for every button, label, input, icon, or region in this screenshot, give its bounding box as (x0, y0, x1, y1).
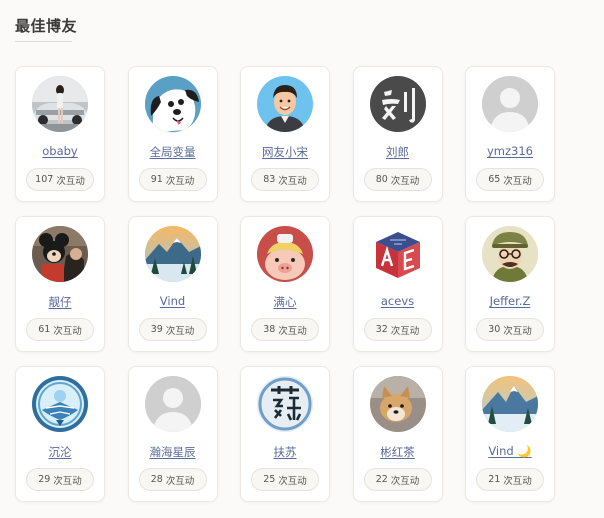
cartoon-dog-icon[interactable] (144, 76, 201, 132)
interaction-unit: 次互动 (278, 175, 307, 187)
section-title: 最佳博友 (15, 17, 78, 35)
friend-name[interactable]: 满心 (241, 294, 329, 310)
interaction-unit: 次互动 (503, 325, 532, 337)
default-user-icon[interactable] (482, 76, 538, 132)
friend-card[interactable]: 满心 38 次互动 (240, 216, 330, 352)
interaction-count-badge: 65 次互动 (476, 168, 544, 191)
interaction-count-badge: 32 次互动 (363, 318, 432, 341)
interaction-unit: 次互动 (56, 175, 85, 187)
friend-card[interactable]: 全局变量 91 次互动 (127, 66, 218, 202)
ae-cube-logo-icon[interactable] (369, 226, 426, 282)
mickey-photo-icon[interactable] (32, 226, 88, 282)
friend-card[interactable]: 彬红茶 22 次互动 (352, 366, 443, 502)
friend-name[interactable]: 网友小宋 (241, 144, 329, 160)
interaction-unit: 次互动 (503, 175, 532, 187)
friend-name[interactable]: Jeffer.Z (466, 294, 554, 308)
friend-card[interactable]: Jeffer.Z 30 次互动 (465, 216, 555, 352)
friend-name[interactable]: obaby (16, 144, 104, 158)
snow-mountain-icon[interactable] (144, 226, 201, 282)
friend-card[interactable]: 瀚海星辰 28 次互动 (127, 366, 218, 502)
friend-name[interactable]: Vind 🌙 (466, 444, 554, 458)
interaction-unit: 次互动 (165, 175, 195, 187)
interaction-unit: 次互动 (390, 475, 420, 487)
blue-phoenix-icon[interactable] (32, 376, 88, 432)
friends-grid: obaby 107 次互动 全局变量 91 次互动 网友小宋 83 次互动 刘郎… (15, 66, 555, 502)
shiba-dog-icon[interactable] (369, 376, 426, 432)
interaction-count-badge: 80 次互动 (363, 168, 432, 191)
friend-card[interactable]: Vind 🌙 21 次互动 (465, 366, 555, 502)
interaction-count: 65 (488, 174, 501, 185)
interaction-count-badge: 30 次互动 (476, 318, 544, 341)
interaction-count: 29 (38, 474, 51, 485)
interaction-count: 22 (375, 474, 388, 485)
interaction-count: 39 (150, 324, 163, 335)
friend-card[interactable]: Vind 39 次互动 (127, 216, 218, 352)
interaction-count: 30 (488, 324, 501, 335)
snow-mountain-icon[interactable] (482, 376, 538, 432)
friend-name[interactable]: 刘郎 (354, 144, 442, 160)
friend-name[interactable]: 扶苏 (241, 444, 329, 460)
interaction-unit: 次互动 (165, 325, 195, 337)
friend-card[interactable]: 扶苏 25 次互动 (240, 366, 330, 502)
friend-name[interactable]: acevs (354, 294, 442, 308)
title-underline (15, 41, 72, 42)
interaction-unit: 次互动 (503, 475, 532, 487)
interaction-count-badge: 28 次互动 (138, 468, 207, 491)
interaction-count: 107 (35, 174, 54, 185)
interaction-count-badge: 61 次互动 (26, 318, 94, 341)
interaction-count: 32 (375, 324, 388, 335)
cartoon-explorer-icon[interactable] (482, 226, 538, 282)
cartoon-man-icon[interactable] (257, 76, 313, 132)
interaction-count: 83 (263, 174, 276, 185)
friend-name[interactable]: Vind (129, 294, 217, 308)
interaction-unit: 次互动 (53, 325, 82, 337)
interaction-count: 25 (263, 474, 276, 485)
interaction-unit: 次互动 (278, 475, 307, 487)
friend-name[interactable]: ymz316 (466, 144, 554, 158)
interaction-count: 91 (150, 174, 163, 185)
interaction-count-badge: 83 次互动 (251, 168, 319, 191)
friend-card[interactable]: acevs 32 次互动 (352, 216, 443, 352)
friend-card[interactable]: 刘郎 80 次互动 (352, 66, 443, 202)
interaction-unit: 次互动 (278, 325, 307, 337)
interaction-count-badge: 39 次互动 (138, 318, 207, 341)
interaction-count: 38 (263, 324, 276, 335)
calligraphy-liu-icon[interactable] (369, 76, 426, 132)
pink-pig-icon[interactable] (257, 226, 313, 282)
friend-card[interactable]: 靓仔 61 次互动 (15, 216, 105, 352)
interaction-unit: 次互动 (390, 175, 420, 187)
interaction-count: 28 (150, 474, 163, 485)
interaction-count-badge: 38 次互动 (251, 318, 319, 341)
interaction-count-badge: 22 次互动 (363, 468, 432, 491)
friend-name[interactable]: 靓仔 (16, 294, 104, 310)
interaction-count: 21 (488, 474, 501, 485)
friend-card[interactable]: 沉沦 29 次互动 (15, 366, 105, 502)
interaction-unit: 次互动 (165, 475, 195, 487)
default-user-icon[interactable] (144, 376, 201, 432)
interaction-unit: 次互动 (390, 325, 420, 337)
interaction-count: 61 (38, 324, 51, 335)
interaction-unit: 次互动 (53, 475, 82, 487)
interaction-count-badge: 21 次互动 (476, 468, 544, 491)
friend-name[interactable]: 瀚海星辰 (129, 444, 217, 460)
interaction-count-badge: 25 次互动 (251, 468, 319, 491)
photo-woman-car-icon[interactable] (32, 76, 88, 132)
interaction-count-badge: 107 次互动 (26, 168, 94, 191)
friend-card[interactable]: ymz316 65 次互动 (465, 66, 555, 202)
interaction-count-badge: 29 次互动 (26, 468, 94, 491)
calligraphy-su-icon[interactable] (257, 376, 313, 432)
friend-name[interactable]: 全局变量 (129, 144, 217, 160)
friend-name[interactable]: 沉沦 (16, 444, 104, 460)
friend-card[interactable]: obaby 107 次互动 (15, 66, 105, 202)
friend-name[interactable]: 彬红茶 (354, 444, 442, 460)
interaction-count: 80 (375, 174, 388, 185)
interaction-count-badge: 91 次互动 (138, 168, 207, 191)
friend-card[interactable]: 网友小宋 83 次互动 (240, 66, 330, 202)
